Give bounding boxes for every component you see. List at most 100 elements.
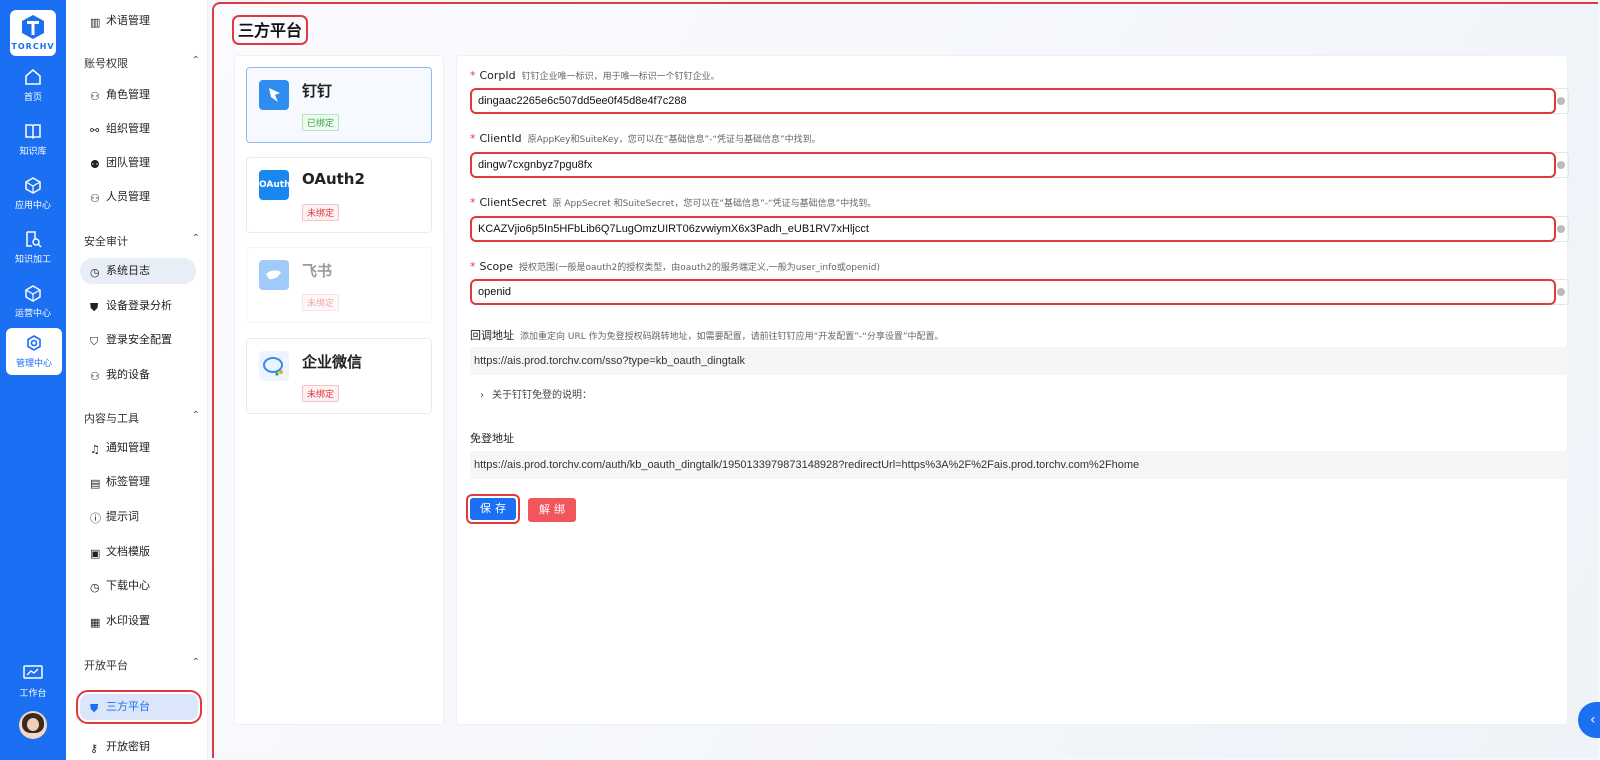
bars-icon: ▥ <box>90 16 101 29</box>
sidebar-item-label: 通知管理 <box>106 441 150 454</box>
chevron-left-icon: ‹ <box>1590 712 1596 728</box>
corpid-clear[interactable] <box>1553 88 1569 114</box>
rail-operations-label: 运营中心 <box>14 309 51 319</box>
dingtalk-sso-note-toggle[interactable]: › 关于钉钉免登的说明： <box>480 386 592 401</box>
collapse-label: 关于钉钉免登的说明： <box>492 390 592 401</box>
sidebar-item-label: 设备登录分析 <box>106 299 172 312</box>
gear-icon <box>27 335 41 351</box>
platform-card-feishu[interactable]: 飞书 未绑定 <box>246 247 432 323</box>
nav-rail: TORCHV 首页 知识库 应用中心 知识加工 运营中心 管理中心 工作台 <box>0 0 66 760</box>
sidebar-group-account[interactable]: 账号权限 ⌃ <box>84 55 200 71</box>
cube-icon <box>25 285 41 302</box>
group-title: 开放平台 <box>84 659 128 672</box>
save-button[interactable]: 保存 <box>466 494 520 524</box>
rail-admin-label: 管理中心 <box>15 359 52 369</box>
chevron-up-icon: ⌃ <box>191 657 200 668</box>
sidebar-item-roles[interactable]: ⚇ 角色管理 <box>80 82 196 108</box>
clientid-input[interactable] <box>470 152 1556 178</box>
sidebar-item-label: 提示词 <box>106 510 139 523</box>
torch-logo-icon <box>22 15 44 39</box>
sidebar-item-label: 组织管理 <box>106 122 150 135</box>
book-icon <box>25 124 41 140</box>
sidebar-item-label: 我的设备 <box>106 368 150 381</box>
clientsecret-clear[interactable] <box>1553 216 1569 242</box>
sidebar-item-open-keys[interactable]: ⚷ 开放密钥 <box>80 734 196 760</box>
platform-card-oauth2[interactable]: OAuth OAuth2 未绑定 <box>246 157 432 233</box>
rail-apps[interactable]: 应用中心 <box>0 176 66 211</box>
sidebar-item-downloads[interactable]: ◷ 下载中心 <box>80 573 196 599</box>
sidebar-item-syslog[interactable]: ◷ 系统日志 <box>80 258 196 284</box>
platform-name: 飞书 <box>302 262 333 280</box>
field-hint: 授权范围(一般是oauth2的授权类型，由oauth2的服务端定义,一般为use… <box>519 263 880 273</box>
status-badge: 已绑定 <box>302 114 340 131</box>
sidebar-group-audit[interactable]: 安全审计 ⌃ <box>84 233 200 249</box>
scope-input[interactable] <box>470 279 1556 305</box>
clientsecret-input[interactable] <box>470 216 1556 242</box>
sidebar-item-watermark[interactable]: ▦ 水印设置 <box>80 608 196 634</box>
user-avatar[interactable] <box>19 711 47 739</box>
status-badge: 未绑定 <box>302 294 340 311</box>
rail-operations[interactable]: 运营中心 <box>0 284 66 319</box>
platform-card-wecom[interactable]: 企业微信 未绑定 <box>246 338 432 414</box>
sidebar-item-device-analysis[interactable]: ⛊ 设备登录分析 <box>80 293 196 319</box>
shield-check-icon: ⛊ <box>90 702 99 715</box>
sidebar-item-label: 下载中心 <box>106 579 150 592</box>
monitor-icon <box>23 665 43 679</box>
rail-workbench[interactable]: 工作台 <box>0 664 66 699</box>
rail-home[interactable]: 首页 <box>0 68 66 103</box>
sidebar-item-label: 登录安全配置 <box>106 333 172 346</box>
sidebar-item-tags[interactable]: ▤ 标签管理 <box>80 469 196 495</box>
scope-clear[interactable] <box>1553 279 1569 305</box>
required-mark: * <box>470 132 476 145</box>
chevron-up-icon: ⌃ <box>191 233 200 244</box>
sidebar-item-label: 水印设置 <box>106 614 150 627</box>
field-label: 回调地址 <box>470 329 514 342</box>
callback-label: 回调地址 添加重定向 URL 作为免登授权码跳转地址，如需要配置，请前往钉钉应用“… <box>470 327 943 343</box>
bell-icon: ♫ <box>90 443 100 456</box>
sidebar-item-label: 开放密钥 <box>106 740 150 753</box>
sidebar-item-label: 系统日志 <box>106 264 150 277</box>
sidebar-item-third-party[interactable]: ⛊ 三方平台 <box>76 690 202 724</box>
org-icon: ⚯ <box>90 124 100 137</box>
corpid-input[interactable] <box>470 88 1556 114</box>
platform-name: OAuth2 <box>302 170 365 188</box>
status-badge: 未绑定 <box>302 385 340 402</box>
sidebar-item-prompts[interactable]: ⓘ 提示词 <box>80 504 196 530</box>
team-icon: ⚉ <box>90 158 100 171</box>
sidebar-item-teams[interactable]: ⚉ 团队管理 <box>80 150 196 176</box>
group-title: 内容与工具 <box>84 412 139 425</box>
rail-workbench-label: 工作台 <box>19 689 47 699</box>
rail-admin[interactable]: 管理中心 <box>6 328 62 375</box>
cube-icon <box>25 177 41 194</box>
status-badge: 未绑定 <box>302 204 340 221</box>
field-hint: 原AppKey和SuiteKey，您可以在“基础信息”-“凭证与基础信息”中找到… <box>527 135 821 145</box>
clear-icon <box>1556 288 1565 296</box>
user-icon: ⚇ <box>90 90 100 103</box>
sidebar-item-people[interactable]: ⚇ 人员管理 <box>80 184 196 210</box>
sidebar-group-open[interactable]: 开放平台 ⌃ <box>84 657 200 673</box>
rail-apps-label: 应用中心 <box>14 201 51 211</box>
field-label: ClientId <box>479 132 522 145</box>
sidebar-item-label: 角色管理 <box>106 88 150 101</box>
sidebar-item-my-devices[interactable]: ⚇ 我的设备 <box>80 362 196 388</box>
unbind-button[interactable]: 解绑 <box>528 498 576 522</box>
sidebar-group-content[interactable]: 内容与工具 ⌃ <box>84 410 200 426</box>
sidebar-item-login-security[interactable]: ⛉ 登录安全配置 <box>80 327 196 353</box>
sidebar-item-glossary[interactable]: ▥ 术语管理 <box>80 8 196 34</box>
sidebar-item-notifications[interactable]: ♫ 通知管理 <box>80 435 196 461</box>
rail-knowledge[interactable]: 知识库 <box>0 122 66 157</box>
save-button-label: 保存 <box>470 498 516 520</box>
rail-processing[interactable]: 知识加工 <box>0 230 66 265</box>
clientid-clear[interactable] <box>1553 152 1569 178</box>
login-url-label: 免登地址 <box>470 432 514 445</box>
group-title: 安全审计 <box>84 235 128 248</box>
torchv-logo[interactable]: TORCHV <box>10 10 56 56</box>
platform-card-dingtalk[interactable]: 钉钉 已绑定 <box>246 67 432 143</box>
sidebar-item-label: 团队管理 <box>106 156 150 169</box>
sidebar-item-templates[interactable]: ▣ 文档模版 <box>80 539 196 565</box>
info-icon: ⓘ <box>90 512 101 525</box>
doc-search-icon <box>26 231 42 248</box>
sidebar-item-label: 文档模版 <box>106 545 150 558</box>
sidebar-item-org[interactable]: ⚯ 组织管理 <box>80 116 196 142</box>
rail-processing-label: 知识加工 <box>14 255 51 265</box>
